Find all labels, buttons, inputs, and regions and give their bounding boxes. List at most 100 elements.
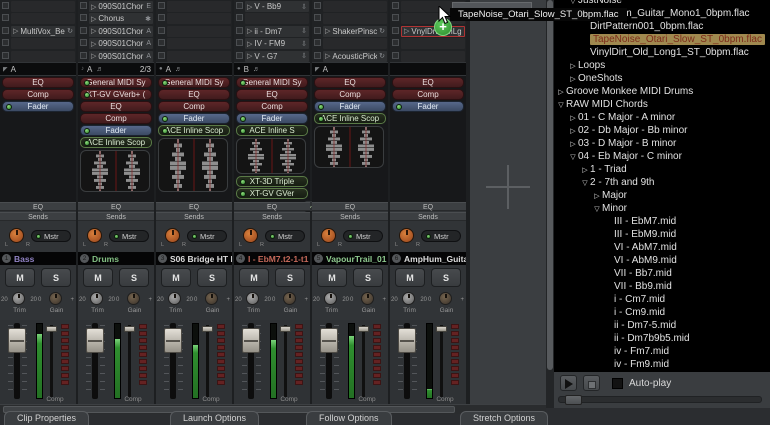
clip-slot-empty[interactable]	[323, 13, 387, 25]
master-route-button[interactable]: Mstr	[421, 230, 461, 242]
clip-slot-empty[interactable]	[11, 13, 75, 25]
clip-slot-empty[interactable]	[11, 38, 75, 50]
mute-button[interactable]: M	[395, 268, 425, 287]
mute-button[interactable]: M	[83, 268, 113, 287]
clip-stop-button[interactable]	[392, 26, 399, 34]
plugin-comp[interactable]: Comp	[314, 89, 386, 100]
sends-section-header[interactable]: Sends	[0, 212, 76, 221]
volume-fader-handle[interactable]	[86, 328, 104, 353]
tab-follow-options[interactable]: Follow Options	[306, 411, 392, 425]
clip-slot[interactable]: ▷ IV - FM9 ⇩	[245, 38, 309, 50]
tree-row-file[interactable]: VII - Bb7.mid	[554, 267, 770, 280]
plugin-fader[interactable]: Fader	[314, 101, 386, 112]
comp-threshold-track[interactable]	[284, 325, 287, 397]
clip-slot-empty[interactable]	[401, 50, 465, 62]
clip-stop-button[interactable]	[80, 39, 87, 47]
tree-row-folder[interactable]: ▷ 1 - Triad	[554, 163, 770, 176]
clip-stop-button[interactable]	[158, 2, 165, 9]
master-route-button[interactable]: Mstr	[187, 230, 227, 242]
clip-slot[interactable]: ▷ 090S01Chor A	[89, 38, 153, 50]
eq-section-header[interactable]: EQ	[390, 202, 466, 211]
comp-threshold-track[interactable]	[362, 325, 365, 397]
trim-knob[interactable]	[90, 292, 103, 305]
tab-stretch-options[interactable]: Stretch Options	[460, 411, 549, 425]
clip-stop-button[interactable]	[2, 2, 9, 9]
pan-knob[interactable]	[9, 228, 24, 243]
clip-stop-button[interactable]	[392, 14, 399, 22]
clip-slot[interactable]: ▷ Chorus ✱	[89, 13, 153, 25]
chevron-down-icon[interactable]: ▽	[556, 101, 566, 109]
comp-threshold-handle[interactable]	[202, 326, 213, 332]
clip-slot[interactable]: ▷ V - Bb9 ⇩	[245, 1, 309, 12]
chevron-down-icon[interactable]: ▽	[580, 179, 590, 187]
tree-row-folder[interactable]: ▷ 03 - D Major - B minor	[554, 137, 770, 150]
gain-knob[interactable]	[127, 292, 140, 305]
clip-slot-empty[interactable]	[167, 38, 231, 50]
plugin-eq[interactable]: EQ	[314, 77, 386, 88]
plugin-xt-3d-triple[interactable]: XT-3D Triple	[236, 176, 308, 187]
clip-stop-button[interactable]	[158, 26, 165, 34]
tree-row-folder[interactable]: ▷ OneShots	[554, 72, 770, 85]
plugin-ace-inline-scop[interactable]: ACE Inline Scop	[80, 137, 152, 148]
tree-row-folder[interactable]: ▽ 2 - 7th and 9th	[554, 176, 770, 189]
plugin-ace-inline-scop[interactable]: ACE Inline Scop	[158, 125, 230, 136]
tree-row-file[interactable]: DirtPattern001_0bpm.flac	[554, 20, 770, 33]
clip-slot-empty[interactable]	[167, 50, 231, 62]
clip-slot-empty[interactable]	[323, 38, 387, 50]
gain-knob[interactable]	[361, 292, 374, 305]
plugin-fader[interactable]: Fader	[392, 101, 464, 112]
auto-play-checkbox[interactable]	[612, 377, 623, 389]
volume-fader-handle[interactable]	[398, 328, 416, 353]
clip-slot-empty[interactable]	[323, 1, 387, 12]
chevron-down-icon[interactable]: ▽	[568, 153, 578, 161]
clip-slot[interactable]: ▷ AcousticPick ↻	[323, 50, 387, 62]
chevron-down-icon[interactable]: ▽	[592, 205, 602, 213]
tree-row-file[interactable]: III - EbM9.mid	[554, 228, 770, 241]
clip-slot[interactable]: ▷VnylDrtDrmLg	[401, 25, 465, 37]
clip-stop-button[interactable]	[392, 39, 399, 47]
clip-stop-button[interactable]	[80, 51, 87, 59]
clip-slot-empty[interactable]	[245, 13, 309, 25]
scene-launcher-row[interactable]: ◤ A	[0, 63, 76, 75]
plugin-xt-gv-gver[interactable]: XT-GV GVer	[236, 188, 308, 199]
plugin-general-midi-sy[interactable]: General MIDI Sy	[80, 77, 152, 88]
tree-row-file[interactable]: VI - AbM9.mid	[554, 254, 770, 267]
plugin-comp[interactable]: Comp	[158, 101, 230, 112]
trim-knob[interactable]	[246, 292, 259, 305]
scene-launcher-row[interactable]	[390, 63, 466, 75]
chevron-down-icon[interactable]: ▽	[568, 0, 578, 5]
gain-knob[interactable]	[439, 292, 452, 305]
plugin-comp[interactable]: Comp	[392, 89, 464, 100]
plugin-comp[interactable]: Comp	[2, 89, 74, 100]
track-name-row[interactable]: 3 S06 Bridge HT F	[156, 252, 232, 265]
plugin-eq[interactable]: EQ	[392, 77, 464, 88]
solo-button[interactable]: S	[197, 268, 227, 287]
master-route-button[interactable]: Mstr	[343, 230, 383, 242]
pan-knob[interactable]	[321, 228, 336, 243]
track-name-row[interactable]: 1 Bass	[0, 252, 76, 265]
preview-stop-button[interactable]	[583, 375, 600, 391]
clip-stop-button[interactable]	[80, 2, 87, 9]
clip-stop-button[interactable]	[2, 14, 9, 22]
clip-slot-empty[interactable]	[167, 13, 231, 25]
tree-row-file[interactable]: TapeNoise_Otari_Slow_ST_0bpm.flac	[554, 33, 770, 46]
eq-section-header[interactable]: EQ	[156, 202, 232, 211]
sends-section-header[interactable]: Sends	[390, 212, 466, 221]
eq-section-header[interactable]: EQ	[234, 202, 310, 211]
plugin-general-midi-sy[interactable]: General MIDI Sy	[236, 77, 308, 88]
comp-threshold-track[interactable]	[50, 325, 53, 397]
tree-row-file[interactable]: VII - Bb9.mid	[554, 280, 770, 293]
pan-knob[interactable]	[399, 228, 414, 243]
clip-stop-button[interactable]	[158, 39, 165, 47]
gain-knob[interactable]	[283, 292, 296, 305]
tab-clip-properties[interactable]: Clip Properties	[4, 411, 90, 425]
gain-knob[interactable]	[49, 292, 62, 305]
comp-threshold-handle[interactable]	[358, 326, 369, 332]
track-name-row[interactable]: 2 Drums	[78, 252, 154, 265]
clip-stop-button[interactable]	[236, 14, 243, 22]
trim-knob[interactable]	[12, 292, 25, 305]
clip-slot[interactable]: ▷ V - G7 ⇩	[245, 50, 309, 62]
clip-slot[interactable]: ▷ ii - Dm7 ⇩	[245, 25, 309, 37]
clip-slot-empty[interactable]	[167, 25, 231, 37]
clip-stop-button[interactable]	[80, 26, 87, 34]
